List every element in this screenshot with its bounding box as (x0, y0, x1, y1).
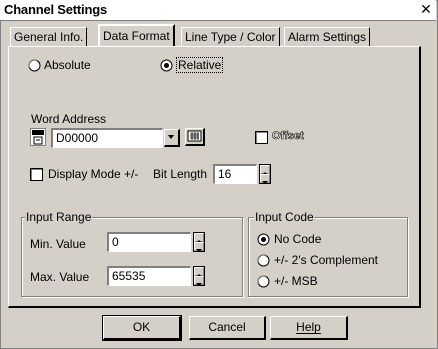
tab-label: Alarm Settings (288, 30, 367, 44)
cancel-button[interactable]: Cancel (189, 316, 266, 340)
close-icon[interactable]: ✕ (419, 2, 433, 16)
word-address-input[interactable]: D00000 (51, 128, 163, 148)
input-code-title: Input Code (254, 210, 315, 224)
max-value-input[interactable]: 65535 (107, 266, 191, 286)
arrow-down-icon (196, 249, 202, 252)
no-code-radio[interactable] (257, 233, 270, 246)
absolute-label[interactable]: Absolute (44, 58, 91, 72)
relative-radio[interactable] (160, 59, 173, 72)
tab-label: Line Type / Color (185, 30, 276, 44)
device-address-icon[interactable] (30, 128, 46, 146)
bit-length-stepper[interactable] (259, 164, 271, 184)
keypad-icon (187, 130, 202, 142)
msb-label[interactable]: +/- MSB (274, 274, 318, 288)
relative-label[interactable]: Relative (176, 57, 224, 73)
stepper-up-button[interactable] (194, 233, 204, 243)
bit-length-label: Bit Length (153, 167, 208, 181)
input-range-title: Input Range (25, 210, 93, 224)
stepper-down-button[interactable] (194, 276, 204, 286)
no-code-label[interactable]: No Code (274, 232, 321, 246)
arrow-down-icon (262, 181, 268, 184)
max-value-label: Max. Value (30, 270, 90, 284)
bit-length-input[interactable]: 16 (213, 164, 257, 184)
tab-label: General Info. (14, 30, 84, 44)
radio-selected-icon (257, 233, 270, 246)
word-address-dropdown[interactable] (164, 129, 180, 147)
offset-checkbox[interactable] (255, 131, 268, 144)
absolute-radio[interactable] (28, 59, 41, 72)
help-button[interactable]: Help (270, 316, 348, 340)
help-label: Help (296, 320, 321, 334)
max-value-stepper[interactable] (193, 266, 205, 286)
radio-selected-icon (160, 59, 173, 72)
min-value-input[interactable]: 0 (107, 232, 191, 252)
tab-general-info[interactable]: General Info. (10, 27, 88, 46)
min-value-label: Min. Value (30, 237, 86, 251)
stepper-up-button[interactable] (260, 165, 270, 175)
arrow-down-icon (196, 283, 202, 286)
radio-unselected-icon (257, 275, 270, 288)
tab-data-format[interactable]: Data Format (98, 24, 175, 46)
tab-line-type-color[interactable]: Line Type / Color (181, 27, 280, 46)
title-bar[interactable]: Channel Settings ✕ (0, 0, 436, 21)
stepper-down-button[interactable] (194, 242, 204, 252)
tab-alarm-settings[interactable]: Alarm Settings (284, 27, 371, 46)
window-title: Channel Settings (4, 2, 107, 17)
display-mode-label[interactable]: Display Mode +/- (48, 167, 138, 181)
min-value-stepper[interactable] (193, 232, 205, 252)
stepper-down-button[interactable] (260, 174, 270, 184)
radio-unselected-icon (28, 59, 41, 72)
chevron-down-icon (168, 135, 174, 139)
display-mode-checkbox[interactable] (30, 168, 43, 181)
stepper-up-button[interactable] (194, 267, 204, 277)
word-address-label: Word Address (31, 112, 107, 126)
device-icon (32, 130, 44, 145)
offset-label[interactable]: Offset (272, 130, 304, 143)
ok-button[interactable]: OK (102, 315, 182, 341)
radio-unselected-icon (257, 254, 270, 267)
keypad-button[interactable] (185, 128, 205, 146)
tab-label: Data Format (103, 29, 170, 43)
msb-radio[interactable] (257, 275, 270, 288)
twos-complement-radio[interactable] (257, 254, 270, 267)
twos-complement-label[interactable]: +/- 2's Complement (274, 253, 378, 267)
